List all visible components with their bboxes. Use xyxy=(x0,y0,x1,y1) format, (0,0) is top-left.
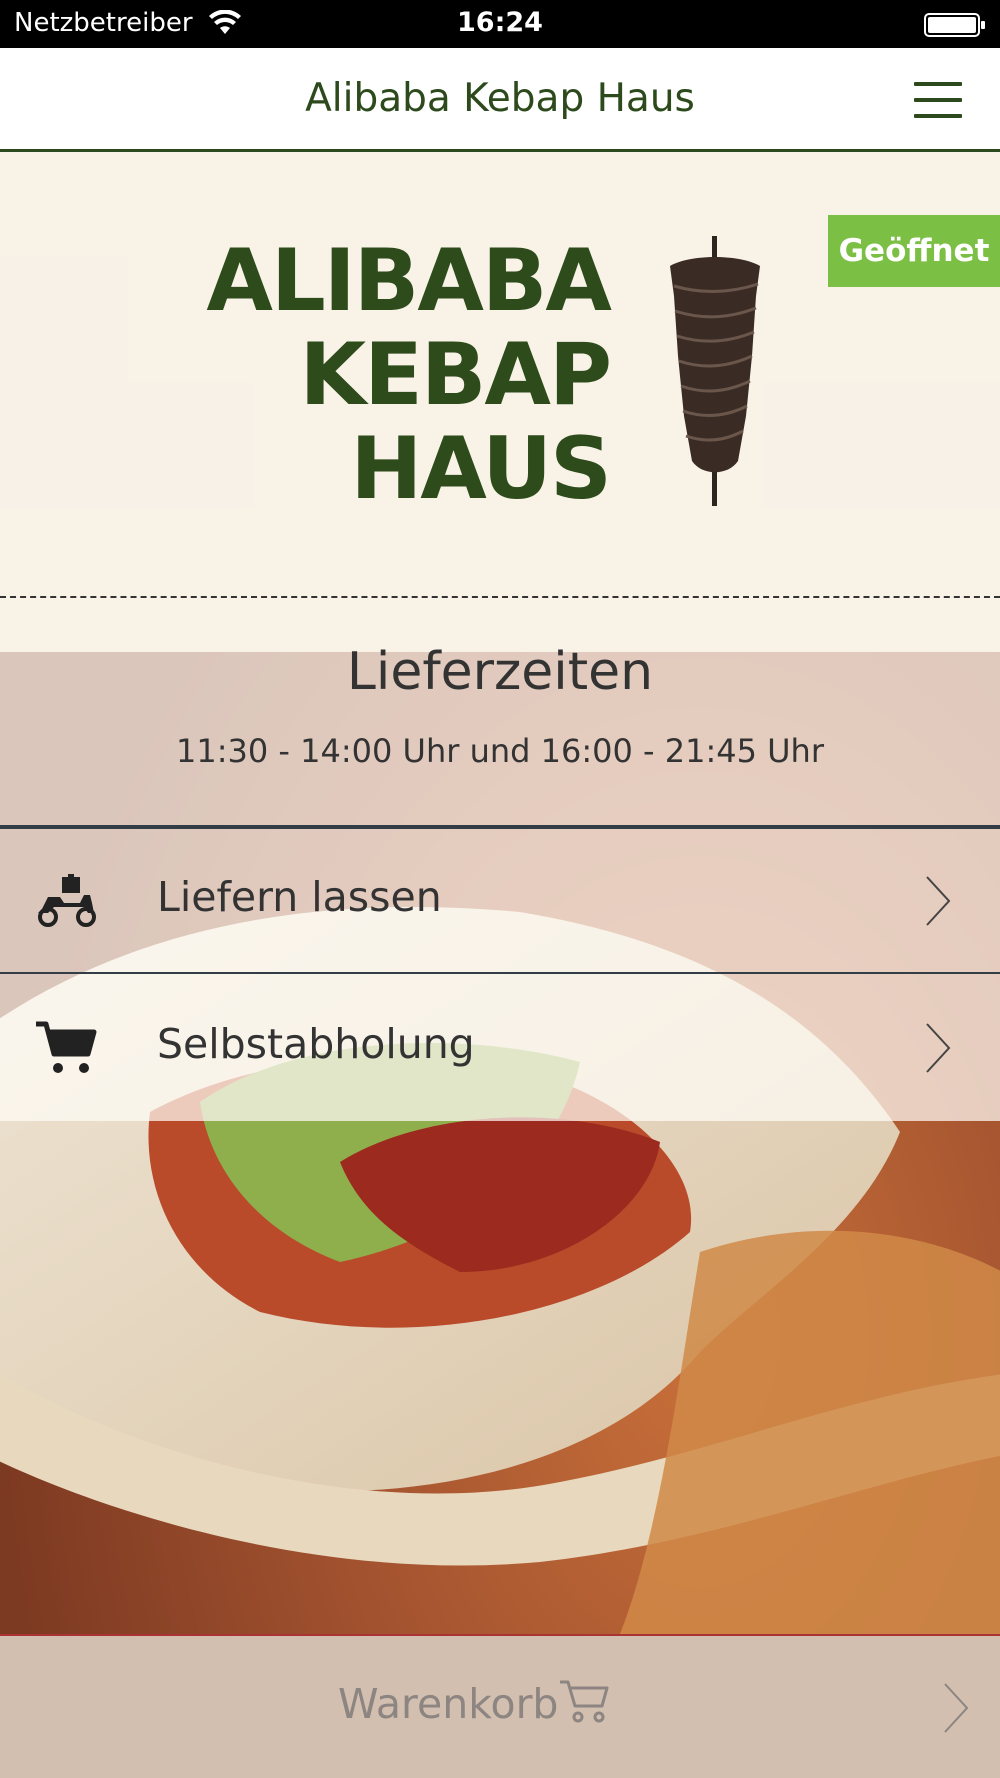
clock: 16:24 xyxy=(457,7,543,38)
pickup-option-label: Selbstabholung xyxy=(157,1020,475,1068)
delivery-scooter-icon xyxy=(38,874,96,927)
shopping-cart-icon xyxy=(560,1680,609,1723)
logo-wordmark: ALIBABA KEBAP HAUS xyxy=(206,231,612,519)
pickup-option-button[interactable]: Selbstabholung xyxy=(0,976,1000,1121)
chevron-right-icon xyxy=(926,1023,951,1073)
cart-label: Warenkorb xyxy=(338,1680,559,1728)
delivery-hours-title: Lieferzeiten xyxy=(346,642,654,702)
hero-section: Geöffnet ALIBABA KEBAP HAUS Lieferzeiten… xyxy=(0,152,1000,1634)
navigation-bar: Alibaba Kebap Haus xyxy=(0,48,1000,152)
info-panel: Geöffnet ALIBABA KEBAP HAUS Lieferzeiten… xyxy=(0,152,1000,1121)
chevron-right-icon xyxy=(926,876,951,926)
restaurant-logo: ALIBABA KEBAP HAUS xyxy=(206,234,770,516)
delivery-option-label: Liefern lassen xyxy=(157,873,442,921)
chevron-right-icon xyxy=(944,1683,969,1733)
status-bar: Netzbetreiber 16:24 xyxy=(0,0,1000,48)
status-badge: Geöffnet xyxy=(828,215,1000,287)
shopping-cart-icon xyxy=(36,1021,97,1073)
section-divider xyxy=(0,596,1000,598)
delivery-option-button[interactable]: Liefern lassen xyxy=(0,829,1000,974)
page-title: Alibaba Kebap Haus xyxy=(305,76,695,121)
battery-icon xyxy=(924,13,985,37)
delivery-hours-times: 11:30 - 14:00 Uhr und 16:00 - 21:45 Uhr xyxy=(176,732,824,770)
cart-button[interactable]: Warenkorb xyxy=(0,1634,1000,1778)
hamburger-menu-icon[interactable] xyxy=(914,82,962,118)
doner-spit-icon xyxy=(670,236,760,506)
